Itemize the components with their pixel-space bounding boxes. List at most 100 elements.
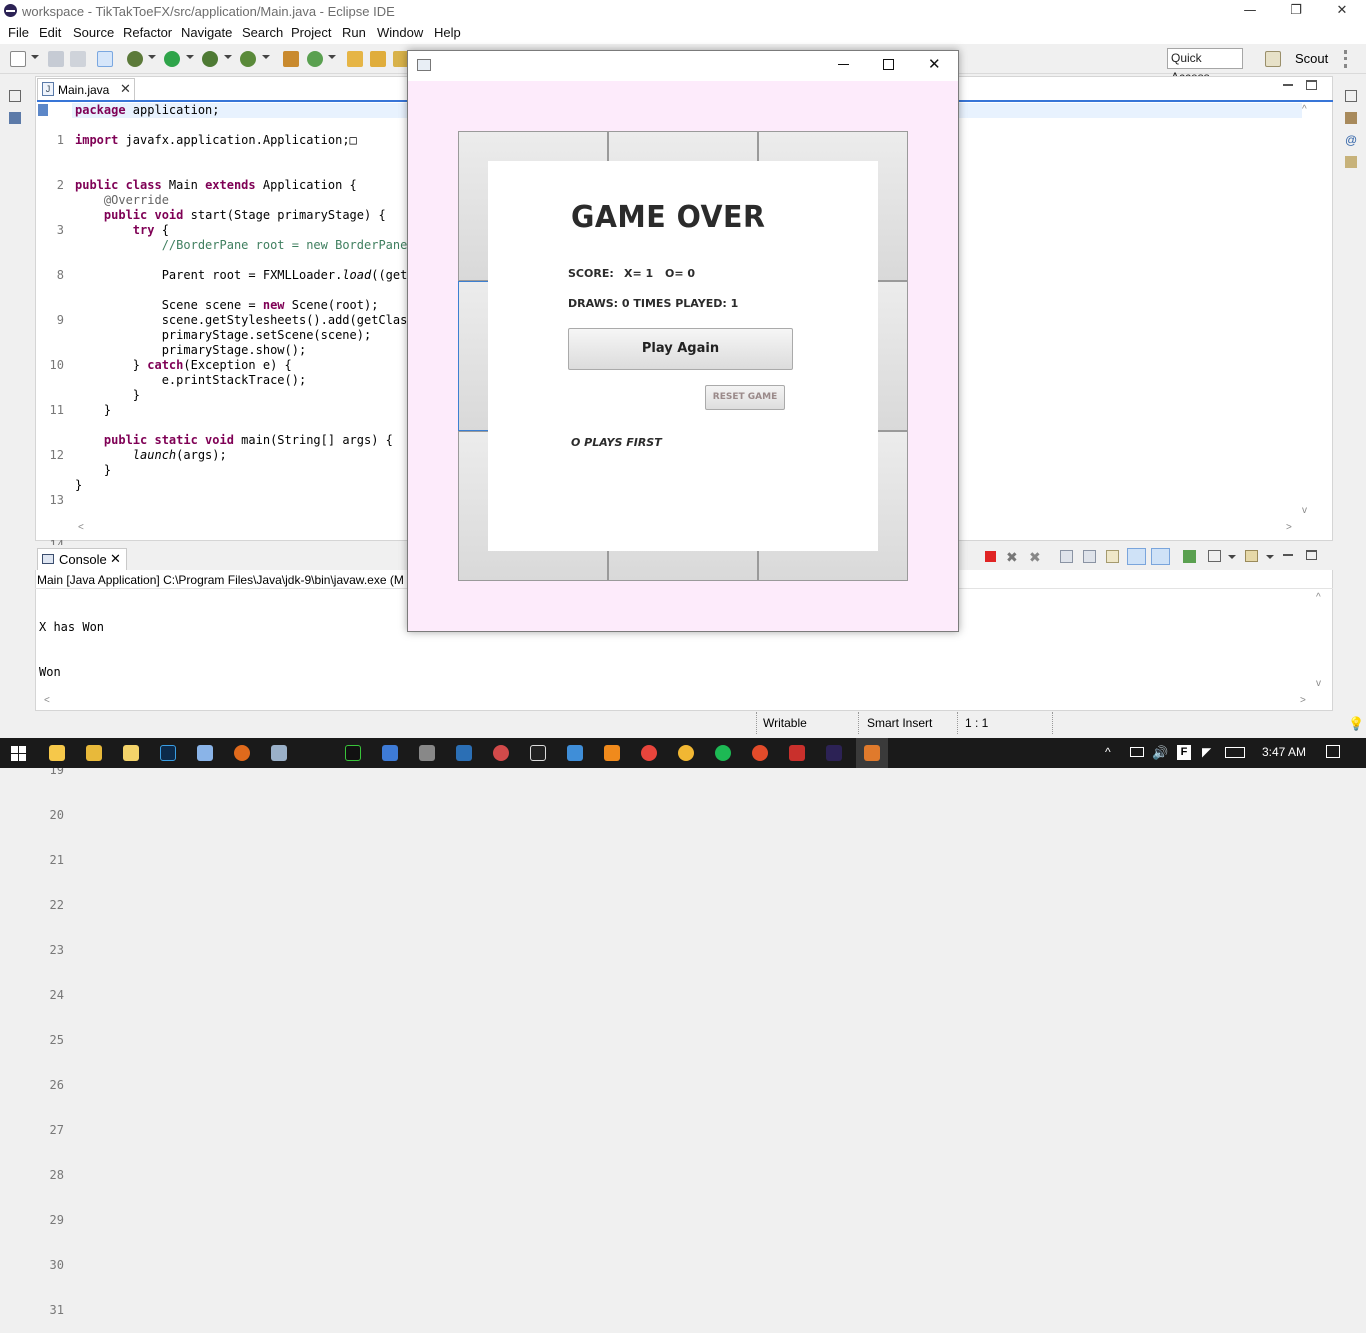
- tray-battery-icon[interactable]: [1130, 747, 1144, 757]
- tray-volume-icon[interactable]: 🔊: [1152, 745, 1168, 761]
- start-icon[interactable]: [11, 746, 26, 761]
- show-on-stdout-icon[interactable]: [1127, 548, 1146, 565]
- display-console-dropdown-icon[interactable]: [1228, 555, 1236, 559]
- package-explorer-icon[interactable]: [9, 112, 21, 124]
- new-icon[interactable]: [10, 51, 26, 67]
- taskbar-notepad-icon[interactable]: [123, 745, 139, 761]
- taskbar-eclipse-icon[interactable]: [826, 745, 842, 761]
- display-console-icon[interactable]: [1208, 550, 1221, 562]
- taskbar-photos-icon[interactable]: [271, 745, 287, 761]
- game-close-button[interactable]: ✕: [928, 55, 941, 73]
- tray-keyboard-icon[interactable]: [1225, 747, 1245, 758]
- external-tools-icon[interactable]: [240, 51, 256, 67]
- play-again-button[interactable]: Play Again: [568, 328, 793, 370]
- taskbar-vlc-icon[interactable]: [604, 745, 620, 761]
- taskbar-clock[interactable]: 3:47 AM: [1262, 745, 1306, 759]
- menu-edit[interactable]: Edit: [39, 25, 61, 40]
- taskbar-files-icon[interactable]: [197, 745, 213, 761]
- taskbar-sticky-icon[interactable]: [49, 745, 65, 761]
- restore-icon[interactable]: [9, 90, 21, 102]
- remove-launch-icon[interactable]: ✖: [1006, 549, 1018, 566]
- coverage-icon[interactable]: [202, 51, 218, 67]
- declaration-icon[interactable]: [1345, 156, 1357, 168]
- menu-search[interactable]: Search: [242, 25, 283, 40]
- close-button[interactable]: ✕: [1319, 0, 1365, 22]
- menu-window[interactable]: Window: [377, 25, 423, 40]
- menu-help[interactable]: Help: [434, 25, 461, 40]
- taskbar-dtc-icon[interactable]: [456, 745, 472, 761]
- maximize-view-icon[interactable]: [1306, 80, 1317, 90]
- taskbar-explorer-icon[interactable]: [86, 745, 102, 761]
- open-type-icon[interactable]: [347, 51, 363, 67]
- scroll-left-icon[interactable]: <: [78, 522, 84, 533]
- run-dropdown-icon[interactable]: [186, 55, 194, 59]
- tab-main-java[interactable]: J Main.java ✕: [37, 78, 135, 100]
- tray-chevron-icon[interactable]: ^: [1105, 745, 1111, 759]
- save-all-icon[interactable]: [70, 51, 86, 67]
- menu-source[interactable]: Source: [73, 25, 114, 40]
- console-scroll-down-icon[interactable]: v: [1316, 678, 1321, 689]
- minimize-view-icon[interactable]: [1283, 84, 1293, 86]
- taskbar-java-icon[interactable]: [864, 745, 880, 761]
- taskbar-app-icon[interactable]: [752, 745, 768, 761]
- menu-project[interactable]: Project: [291, 25, 331, 40]
- maximize-button[interactable]: ❐: [1273, 0, 1319, 22]
- taskbar-intellij-icon[interactable]: [530, 745, 546, 761]
- taskbar-app-icon[interactable]: [789, 745, 805, 761]
- taskbar-firefox-icon[interactable]: [234, 745, 250, 761]
- taskbar-terminal-icon[interactable]: [345, 745, 361, 761]
- save-icon[interactable]: [48, 51, 64, 67]
- remove-all-launches-icon[interactable]: ✖: [1029, 549, 1041, 566]
- external-tools-dropdown-icon[interactable]: [262, 55, 270, 59]
- taskbar-remote-icon[interactable]: [382, 745, 398, 761]
- open-folder-icon[interactable]: [370, 51, 386, 67]
- console-scroll-left-icon[interactable]: <: [44, 695, 50, 706]
- run-icon[interactable]: [164, 51, 180, 67]
- taskbar-display-icon[interactable]: [567, 745, 583, 761]
- console-scroll-up-icon[interactable]: ^: [1316, 592, 1321, 603]
- reset-game-button[interactable]: RESET GAME: [705, 385, 785, 410]
- tab-console[interactable]: Console ✕: [37, 548, 127, 570]
- taskbar-app-icon[interactable]: [493, 745, 509, 761]
- game-minimize-button[interactable]: [838, 64, 849, 65]
- toolbar-overflow-icon[interactable]: [1344, 50, 1358, 68]
- close-tab-icon[interactable]: ✕: [120, 81, 131, 97]
- open-console-icon[interactable]: [1245, 550, 1258, 562]
- menu-navigate[interactable]: Navigate: [181, 25, 232, 40]
- maximize-console-icon[interactable]: [1306, 550, 1317, 560]
- quick-access-input[interactable]: Quick Access: [1167, 48, 1243, 84]
- new-dropdown-icon[interactable]: [31, 55, 39, 59]
- minimize-button[interactable]: —: [1227, 0, 1273, 22]
- outline-icon[interactable]: [1345, 112, 1357, 124]
- show-on-stderr-icon[interactable]: [1151, 548, 1170, 565]
- javadoc-icon[interactable]: @: [1345, 134, 1357, 146]
- menu-file[interactable]: File: [8, 25, 29, 40]
- pin-console-icon[interactable]: [1183, 550, 1196, 563]
- scroll-down-icon[interactable]: v: [1302, 505, 1307, 516]
- tray-font-icon[interactable]: F: [1177, 745, 1191, 760]
- source-code[interactable]: package application; import javafx.appli…: [75, 103, 415, 493]
- taskbar-game-icon[interactable]: [678, 745, 694, 761]
- open-console-dropdown-icon[interactable]: [1266, 555, 1274, 559]
- terminate-icon[interactable]: [985, 551, 996, 562]
- close-console-icon[interactable]: ✕: [110, 551, 121, 567]
- taskbar-photoshop-icon[interactable]: [160, 745, 176, 761]
- scroll-up-icon[interactable]: ^: [1302, 104, 1307, 115]
- perspective-scout[interactable]: Scout: [1295, 51, 1328, 66]
- restore-icon[interactable]: [1345, 90, 1357, 102]
- menu-run[interactable]: Run: [342, 25, 366, 40]
- debug-dropdown-icon[interactable]: [148, 55, 156, 59]
- tip-lightbulb-icon[interactable]: 💡: [1348, 716, 1364, 732]
- action-center-icon[interactable]: [1326, 745, 1340, 758]
- coverage-dropdown-icon[interactable]: [224, 55, 232, 59]
- menu-refactor[interactable]: Refactor: [123, 25, 172, 40]
- minimize-console-icon[interactable]: [1283, 554, 1293, 556]
- new-package-icon[interactable]: [283, 51, 299, 67]
- taskbar-pen-icon[interactable]: [419, 745, 435, 761]
- clear-console-icon[interactable]: [1060, 550, 1073, 563]
- new-class-dropdown-icon[interactable]: [328, 55, 336, 59]
- taskbar-spotify-icon[interactable]: [715, 745, 731, 761]
- taskbar-chrome-icon[interactable]: [641, 745, 657, 761]
- toggle-mark-icon[interactable]: [97, 51, 113, 67]
- tray-wifi-icon[interactable]: ◤: [1202, 745, 1211, 759]
